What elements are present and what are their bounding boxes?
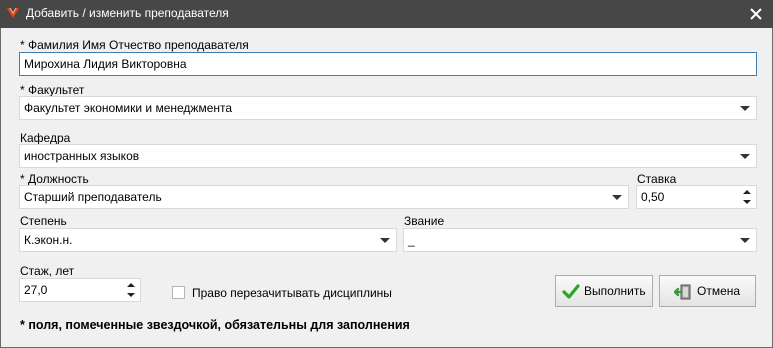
department-select[interactable]: иностранных языков [19,144,757,168]
degree-select[interactable]: К.экон.н. [19,228,397,252]
faculty-label: * Факультет [20,83,85,97]
rate-value: 0,50 [641,190,665,204]
required-fields-note: * поля, помеченные звездочкой, обязатель… [20,318,410,332]
fio-label: * Фамилия Имя Отчество преподавателя [20,38,249,52]
experience-stepper[interactable]: 27,0 [19,278,141,302]
degree-value: К.экон.н. [24,233,73,247]
fio-value: Мирохина Лидия Викторовна [24,57,187,71]
recount-checkbox-label[interactable]: Право перезачитывать дисциплины [192,286,392,300]
degree-label: Степень [20,214,67,228]
execute-button-label: Выполнить [584,284,646,298]
faculty-select[interactable]: Факультет экономики и менеджмента [19,96,757,120]
position-select[interactable]: Старший преподаватель [19,185,629,209]
close-icon[interactable] [746,4,766,24]
position-value: Старший преподаватель [24,190,162,204]
department-value: иностранных языков [24,149,140,163]
rank-select[interactable]: _ [403,228,757,252]
recount-checkbox[interactable] [172,286,185,299]
chevron-down-icon [612,195,622,200]
fio-input[interactable]: Мирохина Лидия Викторовна [19,52,757,76]
window-title: Добавить / изменить преподавателя [26,6,229,20]
spin-down-icon[interactable] [743,200,751,204]
rank-value: _ [408,233,415,247]
dialog-body: * Фамилия Имя Отчество преподавателя Мир… [0,28,773,348]
execute-button[interactable]: Выполнить [555,275,653,307]
experience-value: 27,0 [24,283,48,297]
title-bar: Добавить / изменить преподавателя [0,0,773,28]
checkmark-icon [562,284,580,299]
chevron-down-icon [380,238,390,243]
spin-up-icon[interactable] [743,190,751,194]
chevron-down-icon [740,154,750,159]
rate-label: Ставка [637,172,677,186]
exit-door-icon [674,284,691,300]
app-logo-icon [7,7,19,18]
cancel-button[interactable]: Отмена [659,275,756,307]
chevron-down-icon [740,106,750,111]
spin-up-icon[interactable] [127,283,135,287]
cancel-button-label: Отмена [697,284,741,298]
rate-stepper[interactable]: 0,50 [636,185,757,209]
position-label: * Должность [20,172,89,186]
chevron-down-icon [740,238,750,243]
spin-down-icon[interactable] [127,293,135,297]
department-label: Кафедра [20,131,71,145]
faculty-value: Факультет экономики и менеджмента [24,101,233,115]
experience-label: Стаж, лет [20,264,75,278]
rank-label: Звание [404,214,445,228]
